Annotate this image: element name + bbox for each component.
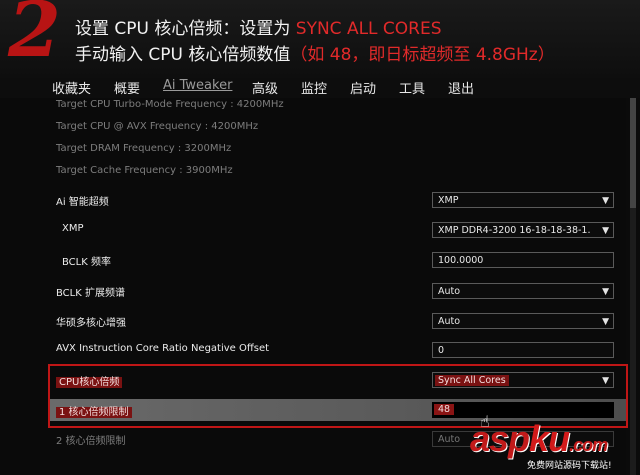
bios-menu-bar: 收藏夹 概要 Ai Tweaker 高级 监控 启动 工具 退出 — [0, 78, 640, 98]
info-avx-frequency: Target CPU @ AVX Frequency : 4200MHz — [56, 121, 259, 132]
menu-ai-tweaker[interactable]: Ai Tweaker — [163, 78, 232, 93]
tutorial-header: 2 设置 CPU 核心倍频：设置为 SYNC ALL CORES 手动输入 CP… — [0, 0, 640, 78]
info-dram-frequency: Target DRAM Frequency : 3200MHz — [56, 143, 232, 154]
setting-multicore-label: 华硕多核心增强 — [56, 318, 126, 329]
setting-bclk-label: BCLK 频率 — [62, 257, 111, 268]
setting-ai-overclock-value: XMP — [438, 195, 459, 206]
setting-bclk-spread-select[interactable]: Auto ▼ — [432, 283, 614, 299]
header-line-2: 手动输入 CPU 核心倍频数值（如 48，即日标超频至 4.8GHz） — [75, 40, 555, 65]
chevron-down-icon: ▼ — [602, 317, 609, 327]
setting-bclk-value: 100.0000 — [438, 255, 484, 266]
setting-ai-overclock-select[interactable]: XMP ▼ — [432, 192, 614, 208]
menu-boot[interactable]: 启动 — [350, 78, 376, 97]
step-number: 2 — [8, 0, 61, 74]
setting-avx-offset-input[interactable]: 0 — [432, 342, 614, 358]
watermark-domain: .com — [569, 435, 608, 455]
menu-tools[interactable]: 工具 — [399, 78, 425, 97]
menu-favorites[interactable]: 收藏夹 — [52, 78, 91, 97]
setting-xmp-value: XMP DDR4-3200 16-18-18-38-1. — [438, 225, 591, 236]
setting-bclk-input[interactable]: 100.0000 — [432, 252, 614, 268]
setting-avx-offset-label: AVX Instruction Core Ratio Negative Offs… — [56, 343, 270, 354]
info-cache-frequency: Target Cache Frequency : 3900MHz — [56, 165, 233, 176]
menu-monitor[interactable]: 监控 — [301, 78, 327, 97]
setting-multicore-value: Auto — [438, 316, 461, 327]
setting-xmp-select[interactable]: XMP DDR4-3200 16-18-18-38-1. ▼ — [432, 222, 614, 238]
setting-bclk-spread-label: BCLK 扩展频谱 — [56, 288, 125, 299]
setting-ai-overclock-label: Ai 智能超频 — [56, 197, 109, 208]
chevron-down-icon: ▼ — [602, 196, 609, 206]
setting-avx-offset-value: 0 — [438, 345, 445, 356]
menu-advanced[interactable]: 高级 — [252, 78, 278, 97]
scrollbar[interactable] — [630, 98, 636, 475]
chevron-down-icon: ▼ — [602, 287, 609, 297]
header-line-1-highlight: SYNC ALL CORES — [295, 19, 442, 39]
chevron-down-icon: ▼ — [602, 226, 609, 236]
setting-bclk-spread-value: Auto — [438, 286, 461, 297]
watermark-brand-a: asp — [470, 418, 530, 459]
setting-xmp-label: XMP — [62, 223, 84, 234]
watermark-brand-b: ku — [529, 418, 570, 459]
scrollbar-thumb[interactable] — [630, 98, 636, 208]
menu-overview[interactable]: 概要 — [114, 78, 140, 97]
menu-exit[interactable]: 退出 — [448, 78, 474, 97]
watermark-logo: aspku.com — [470, 418, 608, 460]
setting-multicore-select[interactable]: Auto ▼ — [432, 313, 614, 329]
header-line-2-text: 手动输入 CPU 核心倍频数值 — [75, 45, 291, 65]
watermark-subtitle: 免费网站源码下载站! — [527, 461, 612, 471]
info-turbo-frequency: Target CPU Turbo-Mode Frequency : 4200MH… — [56, 99, 284, 110]
header-line-1-text: 设置 CPU 核心倍频：设置为 — [75, 19, 296, 39]
header-line-2-highlight: （如 48，即日标超频至 4.8GHz） — [290, 45, 555, 65]
header-line-1: 设置 CPU 核心倍频：设置为 SYNC ALL CORES — [75, 14, 442, 39]
setting-core2-limit-value: Auto — [438, 434, 461, 445]
setting-core2-limit-label: 2 核心倍频限制 — [56, 436, 126, 447]
